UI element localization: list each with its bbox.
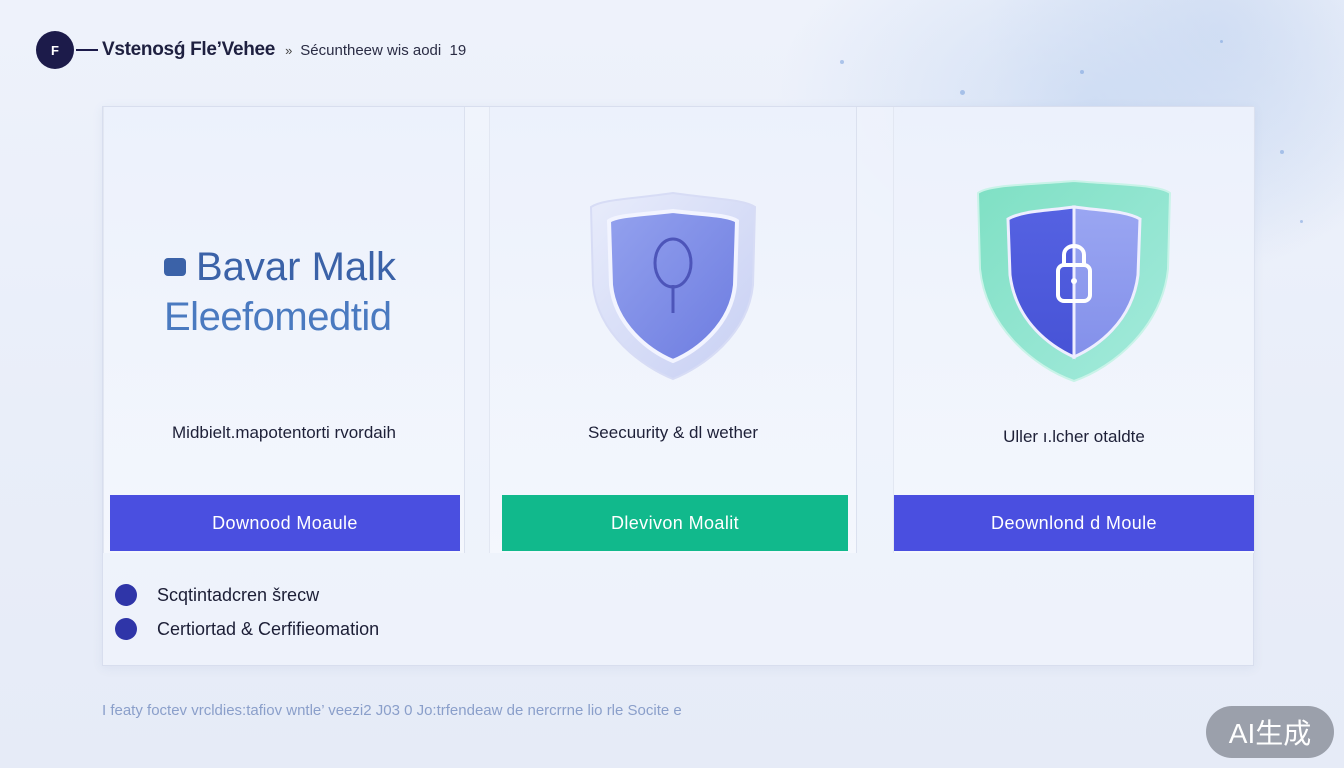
breadcrumb-current[interactable]: Sécuntheew wis aodi​ 19 bbox=[300, 42, 466, 59]
logo-letter: F bbox=[51, 42, 59, 58]
app-logo[interactable]: F bbox=[36, 31, 74, 69]
card-label: Uller ı.lcher otaldte bbox=[1003, 427, 1145, 446]
modules-panel: Bavar Malk Eleefomedtid Midbielt.mapoten… bbox=[102, 106, 1255, 666]
ai-generated-badge: AI生成 bbox=[1206, 706, 1334, 758]
module-card-3: Uller ı.lcher otaldte Deownlond d Moule bbox=[893, 107, 1255, 553]
card-label: Midbielt.mapotentorti rvordaih bbox=[172, 423, 396, 442]
top-header: F Vstenosǵ Fle’Vehee » Sécuntheew wis ao… bbox=[36, 31, 466, 69]
card-label: Seecuurity & dl wether bbox=[587, 423, 759, 442]
module-card-2: Seecuurity & dl wether Dlevivon Moalit bbox=[489, 107, 857, 553]
list-item: Scqtintadcren šrecw bbox=[115, 579, 379, 611]
bullet-icon bbox=[115, 584, 137, 606]
hero-title: Bavar Malk Eleefomedtid bbox=[164, 243, 464, 343]
brand-title[interactable]: Vstenosǵ Fle’Vehee bbox=[102, 39, 275, 61]
hero-bullet-icon bbox=[164, 258, 186, 276]
feature-text: Scqtintadcren šrecw bbox=[157, 584, 320, 605]
download-module-button-2[interactable]: Deownlond d Moule bbox=[894, 495, 1254, 551]
devicon-module-button[interactable]: Dlevivon Moalit bbox=[502, 495, 848, 551]
list-item: Certiortad & Cerfifieomation bbox=[115, 613, 379, 645]
footer-note: I featy foctev vrcldies:tafiov wntle’ ve… bbox=[102, 702, 682, 719]
hero-title-line2: Eleefomedtid bbox=[164, 295, 392, 339]
bullet-icon bbox=[115, 618, 137, 640]
shield-icon bbox=[589, 191, 757, 381]
logo-divider bbox=[76, 49, 98, 51]
feature-list: Scqtintadcren šrecw Certiortad & Cerfifi… bbox=[115, 579, 379, 647]
shield-lock-icon bbox=[976, 179, 1172, 383]
breadcrumb-separator: » bbox=[285, 42, 293, 58]
hero-title-line1: Bavar Malk bbox=[196, 245, 397, 289]
feature-text: Certiortad & Cerfifieomation bbox=[157, 618, 380, 639]
download-module-button[interactable]: Downood Moaule bbox=[110, 495, 460, 551]
module-card-1: Bavar Malk Eleefomedtid Midbielt.mapoten… bbox=[103, 107, 465, 553]
